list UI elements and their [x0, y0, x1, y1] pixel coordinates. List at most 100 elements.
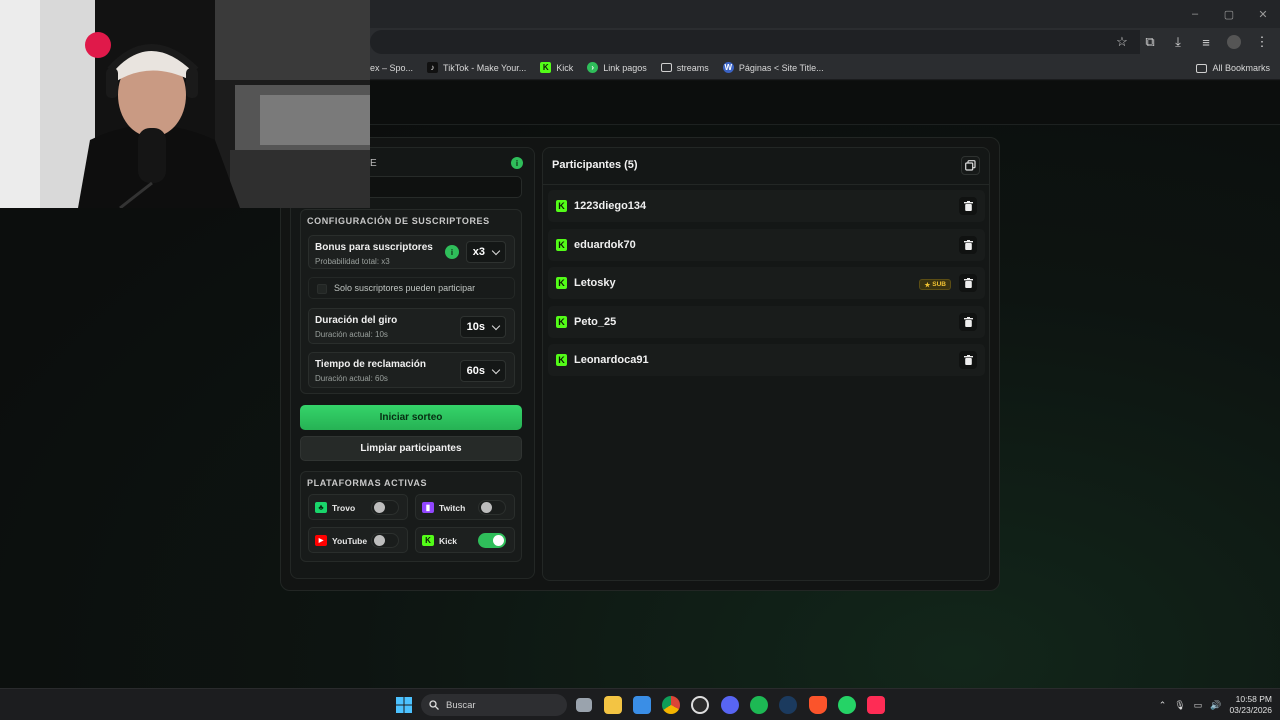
- spin-duration-value: 10s: [466, 321, 485, 333]
- windows-start-icon[interactable]: [396, 697, 412, 713]
- profile-avatar[interactable]: [1222, 30, 1246, 54]
- maximize-button[interactable]: ▢: [1212, 0, 1246, 28]
- twitch-toggle[interactable]: [478, 500, 506, 515]
- participant-name: Letosky: [574, 277, 616, 289]
- microphone-icon[interactable]: 🎙: [1174, 700, 1185, 711]
- chevron-down-icon: [491, 321, 501, 330]
- kick-icon: K: [540, 62, 552, 73]
- minimize-button[interactable]: –: [1178, 0, 1212, 28]
- task-view-icon[interactable]: [576, 698, 592, 712]
- bookmark-label: Link pagos: [603, 62, 647, 73]
- spin-duration-select[interactable]: 10s: [459, 316, 506, 338]
- tiktok-icon[interactable]: [867, 696, 885, 714]
- all-bookmarks[interactable]: All Bookmarks: [1196, 56, 1270, 80]
- webcam-overlay: [0, 0, 370, 208]
- only-subs-option[interactable]: Solo suscriptores pueden participar: [308, 277, 515, 299]
- platform-label: YouTube: [332, 536, 368, 546]
- trash-icon: [963, 355, 973, 365]
- bookmark-spotify[interactable]: ex – Spo...: [370, 63, 413, 73]
- system-tray: ⌃ 🎙 ▭ 🔊 10:58 PM 03/23/2026: [1159, 689, 1280, 720]
- delete-participant-button[interactable]: [959, 197, 977, 215]
- bookmark-streams[interactable]: streams: [660, 63, 709, 73]
- participant-name: 1223diego134: [574, 200, 647, 212]
- menu-icon[interactable]: ⋮: [1250, 30, 1274, 54]
- platform-trovo: ♣ Trovo: [308, 494, 408, 520]
- bonus-select[interactable]: x3: [465, 241, 506, 263]
- trovo-toggle[interactable]: [371, 500, 399, 515]
- taskbar-search[interactable]: Buscar: [421, 694, 567, 716]
- sub-badge: ★ SUB: [919, 279, 951, 290]
- store-icon[interactable]: [633, 696, 651, 714]
- platform-kick: K Kick: [415, 527, 515, 553]
- delete-participant-button[interactable]: [959, 236, 977, 254]
- bonus-title: Bonus para suscriptores: [315, 242, 433, 253]
- media-icon[interactable]: ≡: [1194, 30, 1218, 54]
- bookmark-paginas[interactable]: W Páginas < Site Title...: [722, 62, 824, 73]
- whatsapp-icon[interactable]: [838, 696, 856, 714]
- bookmark-label: Kick: [556, 62, 574, 73]
- star-icon[interactable]: ☆: [1110, 30, 1134, 54]
- address-bar[interactable]: [370, 30, 1140, 54]
- steam-icon[interactable]: [779, 696, 797, 714]
- info-icon[interactable]: i: [445, 245, 459, 259]
- only-subs-label: Solo suscriptores pueden participar: [334, 283, 476, 293]
- platform-label: Kick: [439, 536, 457, 546]
- chrome-icon[interactable]: [662, 696, 680, 714]
- twitch-icon: ▮: [422, 502, 434, 513]
- bonus-row: Bonus para suscriptores Probabilidad tot…: [308, 235, 515, 269]
- extensions-icon[interactable]: ⧉: [1138, 30, 1162, 54]
- close-button[interactable]: ✕: [1246, 0, 1280, 28]
- bookmark-kick[interactable]: K Kick: [540, 62, 573, 73]
- participant-row: K 1223diego134: [548, 190, 985, 222]
- copy-button[interactable]: [961, 156, 980, 175]
- kick-icon: K: [556, 354, 567, 366]
- bookmark-tiktok[interactable]: ♪ TikTok - Make Your...: [427, 62, 526, 73]
- subscribers-section-title: CONFIGURACIÓN DE SUSCRIPTORES: [307, 216, 490, 226]
- start-raffle-button[interactable]: Iniciar sorteo: [300, 405, 522, 430]
- youtube-toggle[interactable]: [371, 533, 399, 548]
- folder-icon: [1196, 63, 1208, 73]
- delete-participant-button[interactable]: [959, 313, 977, 331]
- participant-row: K Letosky ★ SUB: [548, 267, 985, 299]
- file-explorer-icon[interactable]: [604, 696, 622, 714]
- tab-strip[interactable]: [370, 0, 1150, 28]
- all-bookmarks-label: All Bookmarks: [1212, 63, 1270, 73]
- spin-duration-subtitle: Duración actual: 10s: [315, 330, 388, 339]
- delete-participant-button[interactable]: [959, 351, 977, 369]
- star-icon: ★: [924, 281, 931, 289]
- platform-label: Trovo: [332, 503, 356, 513]
- wordpress-icon: W: [722, 62, 734, 73]
- claim-time-value: 60s: [466, 365, 485, 377]
- volume-icon[interactable]: 🔊: [1210, 700, 1221, 711]
- clock[interactable]: 10:58 PM 03/23/2026: [1229, 694, 1272, 716]
- spin-duration-title: Duración del giro: [315, 315, 398, 326]
- participant-name: eduardok70: [574, 239, 636, 251]
- bonus-value: x3: [472, 246, 485, 258]
- clear-participants-button[interactable]: Limpiar participantes: [300, 436, 522, 461]
- participants-title: Participantes (5): [552, 159, 638, 171]
- bookmark-link-pagos[interactable]: › Link pagos: [587, 62, 647, 73]
- discord-icon[interactable]: [721, 696, 739, 714]
- claim-time-select[interactable]: 60s: [459, 360, 506, 382]
- toolbar-icons: ☆ ⧉ ⤓ ≡ ⋮: [1110, 30, 1274, 54]
- info-icon[interactable]: i: [511, 157, 523, 169]
- participant-name: Peto_25: [574, 316, 617, 328]
- clock-date: 03/23/2026: [1229, 705, 1272, 715]
- brave-icon[interactable]: [809, 696, 827, 714]
- platform-label: Twitch: [439, 503, 466, 513]
- chevron-up-icon[interactable]: ⌃: [1159, 700, 1167, 711]
- network-icon[interactable]: ▭: [1194, 700, 1203, 711]
- platform-youtube: ▶ YouTube: [308, 527, 408, 553]
- claim-time-row: Tiempo de reclamación Duración actual: 6…: [308, 352, 515, 388]
- delete-participant-button[interactable]: [959, 274, 977, 292]
- only-subs-checkbox[interactable]: [317, 284, 327, 294]
- download-icon[interactable]: ⤓: [1166, 30, 1190, 54]
- spotify-icon[interactable]: [750, 696, 768, 714]
- trash-icon: [963, 240, 973, 250]
- obs-icon[interactable]: [691, 696, 709, 714]
- kick-toggle[interactable]: [478, 533, 506, 548]
- kick-icon: K: [556, 200, 567, 212]
- spin-duration-row: Duración del giro Duración actual: 10s 1…: [308, 308, 515, 344]
- participant-row: K eduardok70: [548, 229, 985, 261]
- trash-icon: [963, 201, 973, 211]
